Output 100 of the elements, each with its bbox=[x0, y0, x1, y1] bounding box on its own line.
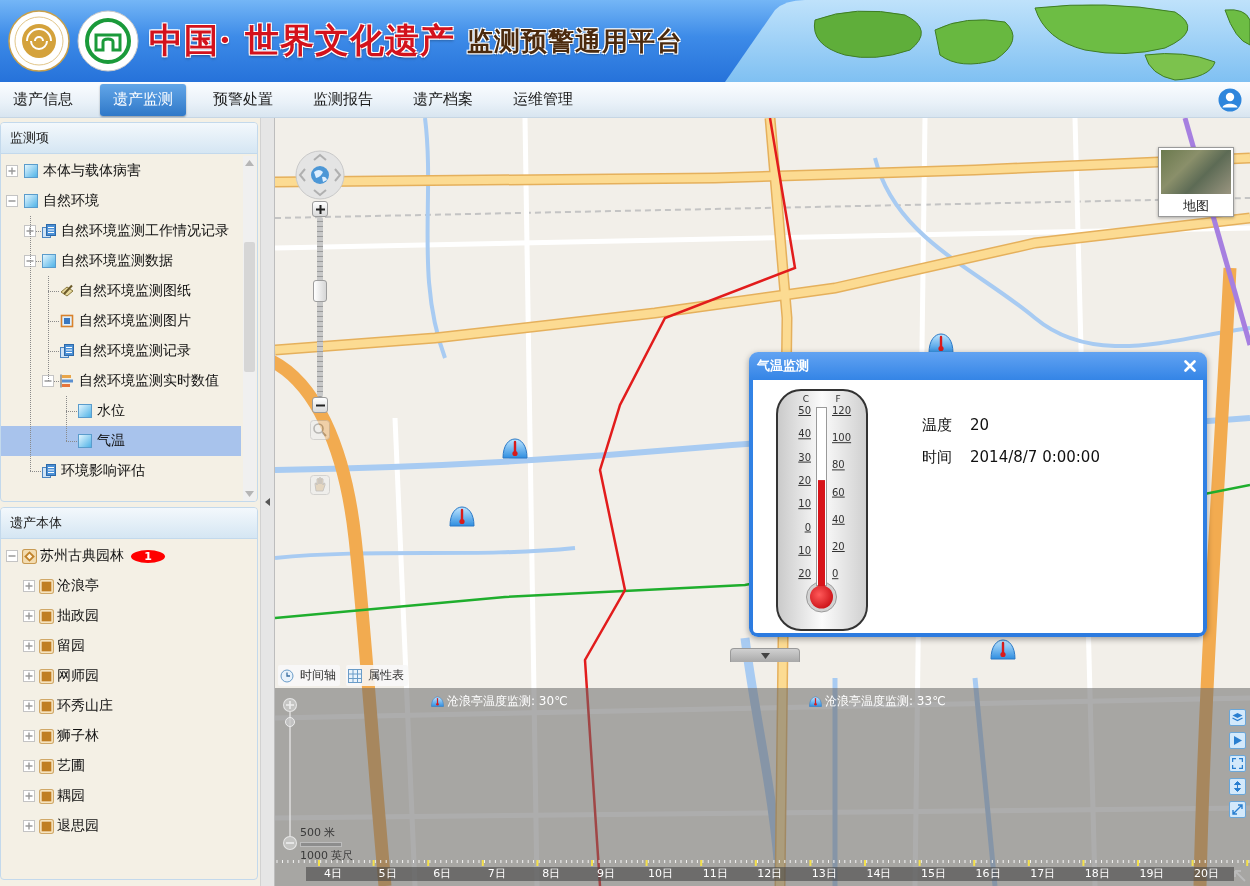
day-label: 17日 bbox=[1015, 867, 1070, 881]
scale-bar bbox=[300, 842, 342, 847]
tool-button[interactable] bbox=[1229, 709, 1246, 726]
nav-tab[interactable]: 遗产监测 bbox=[100, 83, 186, 116]
tool-button[interactable] bbox=[1229, 732, 1246, 749]
close-icon[interactable] bbox=[1184, 360, 1196, 372]
timeline-tab[interactable]: 时间轴 bbox=[278, 665, 340, 686]
tree-item[interactable]: 自然环境监测工作情况记录 bbox=[1, 216, 241, 246]
magnifier-icon[interactable] bbox=[310, 420, 330, 440]
tile-icon bbox=[24, 194, 38, 208]
expand-icon bbox=[1232, 758, 1243, 769]
zoom-slider-thumb[interactable] bbox=[313, 280, 327, 303]
user-icon[interactable] bbox=[1218, 87, 1242, 112]
timeline-zoom-thumb[interactable] bbox=[285, 716, 295, 727]
tile-icon bbox=[42, 254, 56, 268]
tree-item[interactable]: 苏州古典园林 1 bbox=[1, 541, 257, 571]
hand-icon[interactable] bbox=[310, 475, 330, 495]
tree-item[interactable]: 退思园 bbox=[1, 811, 257, 841]
nav-tab[interactable]: 预警处置 bbox=[200, 83, 286, 116]
up-down-arrows-icon bbox=[1232, 781, 1243, 792]
day-label: 8日 bbox=[524, 867, 579, 881]
nav-tab[interactable]: 遗产信息 bbox=[0, 83, 86, 116]
collapse-toggle[interactable] bbox=[24, 255, 36, 267]
expand-toggle[interactable] bbox=[23, 670, 35, 682]
tree-item[interactable]: 自然环境监测实时数值 bbox=[1, 366, 241, 396]
arrow-up-left-icon[interactable] bbox=[1233, 869, 1247, 883]
collapse-toggle[interactable] bbox=[42, 375, 54, 387]
zoom-in-button[interactable] bbox=[312, 201, 328, 217]
day-label: 9日 bbox=[578, 867, 634, 881]
square-icon bbox=[39, 698, 54, 714]
scale-label: 20 bbox=[798, 474, 811, 486]
tree-item[interactable]: 耦园 bbox=[1, 781, 257, 811]
tree-item[interactable]: 环秀山庄 bbox=[1, 691, 257, 721]
diamond-icon bbox=[22, 548, 37, 564]
collapse-toggle[interactable] bbox=[6, 195, 18, 207]
nav-tab[interactable]: 监测报告 bbox=[300, 83, 386, 116]
nav-tab[interactable]: 遗产档案 bbox=[400, 83, 486, 116]
tree-item[interactable]: 艺圃 bbox=[1, 751, 257, 781]
day-label: 4日 bbox=[305, 867, 361, 881]
collapse-arrow-icon[interactable] bbox=[265, 498, 270, 506]
scroll-down-icon[interactable] bbox=[245, 491, 254, 497]
weather-marker-icon[interactable] bbox=[502, 437, 528, 459]
scale-label: 30 bbox=[798, 451, 811, 463]
scrollbar-thumb[interactable] bbox=[244, 242, 255, 372]
scrollbar[interactable] bbox=[243, 156, 256, 501]
square-icon bbox=[39, 728, 54, 744]
expand-toggle[interactable] bbox=[23, 730, 35, 742]
timeline-tab[interactable]: 属性表 bbox=[346, 665, 408, 686]
weather-marker-icon[interactable] bbox=[990, 638, 1016, 660]
picture-icon bbox=[60, 314, 74, 328]
emblem-logo bbox=[77, 10, 139, 72]
expand-toggle[interactable] bbox=[6, 165, 18, 177]
play-icon bbox=[1232, 735, 1243, 746]
plus-icon bbox=[315, 204, 325, 214]
tree-item[interactable]: 自然环境 bbox=[1, 186, 241, 216]
tile-icon bbox=[78, 404, 92, 418]
tree-item[interactable]: 环境影响评估 bbox=[1, 456, 241, 486]
tool-button[interactable] bbox=[1229, 801, 1246, 818]
tree-item[interactable]: 本体与载体病害 bbox=[1, 156, 241, 186]
weather-marker-icon[interactable] bbox=[449, 505, 475, 527]
tree-item[interactable]: 拙政园 bbox=[1, 601, 257, 631]
day-label: 19日 bbox=[1124, 867, 1180, 881]
nav-tab[interactable]: 运维管理 bbox=[500, 83, 586, 116]
expand-toggle[interactable] bbox=[23, 700, 35, 712]
square-icon bbox=[39, 578, 54, 594]
expand-toggle[interactable] bbox=[23, 640, 35, 652]
tree-item[interactable]: 水位 bbox=[1, 396, 241, 426]
tool-button[interactable] bbox=[1229, 778, 1246, 795]
day-label: 18日 bbox=[1070, 867, 1125, 881]
expand-toggle[interactable] bbox=[23, 760, 35, 772]
day-label: 11日 bbox=[687, 867, 743, 881]
day-label: 12日 bbox=[742, 867, 798, 881]
tree-item[interactable]: 狮子林 bbox=[1, 721, 257, 751]
tree-item[interactable]: 气温 bbox=[1, 426, 241, 456]
expand-toggle[interactable] bbox=[24, 225, 36, 237]
bar-chart-icon bbox=[60, 374, 74, 388]
tree-item[interactable]: 留园 bbox=[1, 631, 257, 661]
plus-icon bbox=[286, 701, 294, 709]
map-type-button[interactable]: 地图 bbox=[1158, 147, 1234, 217]
scale-label: 80 bbox=[832, 459, 845, 471]
expand-toggle[interactable] bbox=[23, 610, 35, 622]
scale-label: 500 米 bbox=[300, 826, 336, 839]
tree-item[interactable]: 网师园 bbox=[1, 661, 257, 691]
tool-button[interactable] bbox=[1229, 755, 1246, 772]
collapse-button[interactable] bbox=[730, 648, 800, 662]
tree-item[interactable]: 沧浪亭 bbox=[1, 571, 257, 601]
collapse-toggle[interactable] bbox=[6, 550, 18, 562]
tree-item[interactable]: 自然环境监测记录 bbox=[1, 336, 241, 366]
tree-item[interactable]: 自然环境监测数据 bbox=[1, 246, 241, 276]
square-icon bbox=[39, 758, 54, 774]
expand-toggle[interactable] bbox=[23, 820, 35, 832]
square-icon bbox=[39, 668, 54, 684]
tree-item[interactable]: 自然环境监测图纸 bbox=[1, 276, 241, 306]
zoom-out-button[interactable] bbox=[312, 397, 328, 413]
scale-label: 20 bbox=[798, 568, 811, 580]
expand-toggle[interactable] bbox=[23, 580, 35, 592]
expand-toggle[interactable] bbox=[23, 790, 35, 802]
scale-label: 10 bbox=[798, 498, 811, 510]
scroll-up-icon[interactable] bbox=[245, 160, 254, 166]
tree-item[interactable]: 自然环境监测图片 bbox=[1, 306, 241, 336]
